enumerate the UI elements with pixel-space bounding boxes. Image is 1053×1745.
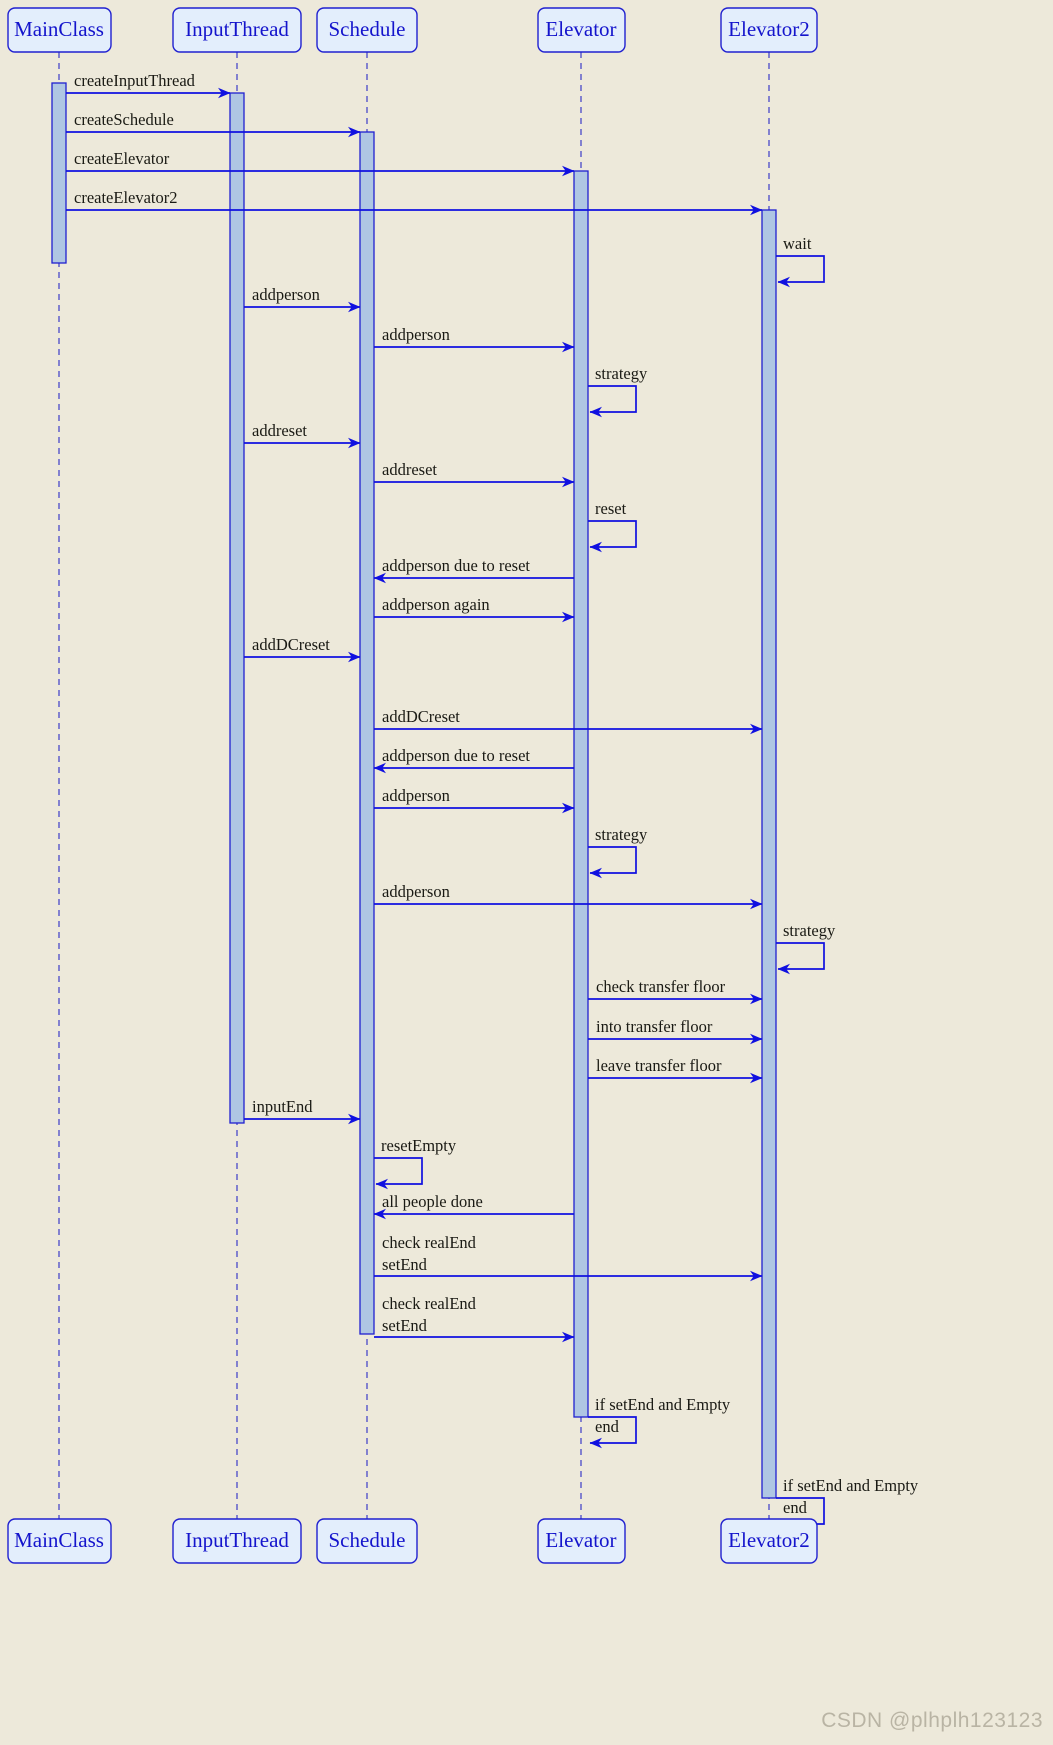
participant-box-elevator2-bottom[interactable]: Elevator2 [720, 1518, 818, 1564]
message-label: check transfer floor [596, 977, 726, 996]
participant-box-mainclass-top[interactable]: MainClass [7, 7, 112, 53]
activation-bar-schedule [359, 131, 375, 1335]
message-label: addperson [252, 285, 320, 304]
message-label-line2: setEnd [382, 1255, 428, 1274]
message-label-line2: end [595, 1417, 620, 1436]
participant-box-mainclass-bottom[interactable]: MainClass [7, 1518, 112, 1564]
participant-box-schedule-top[interactable]: Schedule [316, 7, 418, 53]
message-label: createSchedule [74, 110, 174, 129]
participant-label: InputThread [185, 1528, 289, 1552]
message-label: all people done [382, 1192, 483, 1211]
message-label: if setEnd and Empty [783, 1476, 919, 1495]
participant-label: MainClass [14, 17, 104, 41]
message-label-line2: end [783, 1498, 808, 1517]
message-label: addreset [252, 421, 307, 440]
message-label: addperson [382, 325, 450, 344]
message-label: addDCreset [382, 707, 460, 726]
activation-bar-elevator2 [761, 209, 777, 1499]
message-label: leave transfer floor [596, 1056, 722, 1075]
message-label: if setEnd and Empty [595, 1395, 731, 1414]
message-label: addperson due to reset [382, 556, 530, 575]
message-label: wait [783, 234, 812, 253]
message-label: inputEnd [252, 1097, 313, 1116]
participant-box-inputthread-bottom[interactable]: InputThread [172, 1518, 302, 1564]
participant-label: InputThread [185, 17, 289, 41]
participant-label: Schedule [329, 17, 406, 41]
participant-label: Elevator2 [728, 17, 810, 41]
participant-label: MainClass [14, 1528, 104, 1552]
participant-label: Elevator2 [728, 1528, 810, 1552]
participant-box-inputthread-top[interactable]: InputThread [172, 7, 302, 53]
message-label: check realEnd [382, 1233, 477, 1252]
message-label: strategy [595, 825, 648, 844]
watermark: CSDN @plhplh123123 [821, 1709, 1043, 1732]
message-label: resetEmpty [381, 1136, 457, 1155]
message-label-line2: setEnd [382, 1316, 428, 1335]
message-label: check realEnd [382, 1294, 477, 1313]
participant-label: Elevator [545, 1528, 616, 1552]
participant-label: Elevator [545, 17, 616, 41]
message-label: addreset [382, 460, 437, 479]
participant-box-schedule-bottom[interactable]: Schedule [316, 1518, 418, 1564]
message-label: addperson [382, 882, 450, 901]
activation-bar-elevator [573, 170, 589, 1418]
message-label: createElevator [74, 149, 170, 168]
message-label: strategy [595, 364, 648, 383]
participant-box-elevator-bottom[interactable]: Elevator [537, 1518, 626, 1564]
message-label: createInputThread [74, 71, 196, 90]
message-label: addperson [382, 786, 450, 805]
message-label: reset [595, 499, 627, 518]
activation-bar-inputthread [229, 92, 245, 1124]
participant-box-elevator2-top[interactable]: Elevator2 [720, 7, 818, 53]
participant-box-elevator-top[interactable]: Elevator [537, 7, 626, 53]
message-label: into transfer floor [596, 1017, 713, 1036]
message-label: addperson again [382, 595, 490, 614]
message-label: strategy [783, 921, 836, 940]
message-label: createElevator2 [74, 188, 178, 207]
sequence-diagram: createInputThread createSchedule createEle… [0, 0, 1053, 1745]
message-label: addperson due to reset [382, 746, 530, 765]
activation-bar-mainclass [51, 82, 67, 264]
message-label: addDCreset [252, 635, 330, 654]
participant-label: Schedule [329, 1528, 406, 1552]
